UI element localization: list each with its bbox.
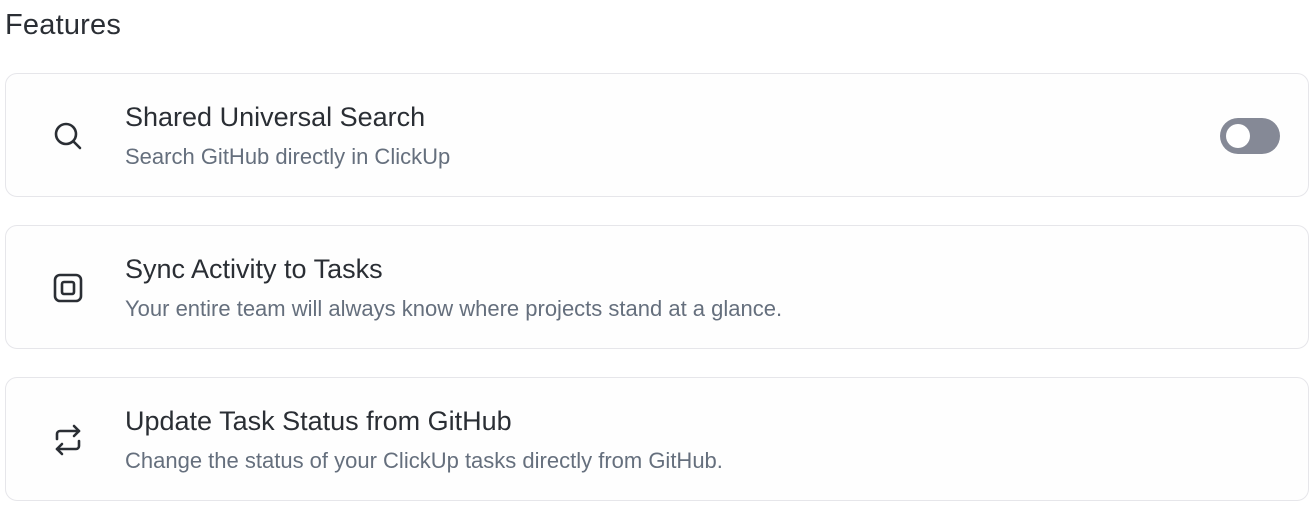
feature-title: Shared Universal Search [125,102,426,132]
feature-card-shared-universal-search: Shared Universal Search Search GitHub di… [5,73,1309,197]
feature-description: Your entire team will always know where … [125,296,783,321]
shared-universal-search-toggle[interactable] [1220,118,1280,154]
section-title: Features [5,9,122,41]
feature-description: Change the status of your ClickUp tasks … [125,448,723,473]
feature-title: Update Task Status from GitHub [125,406,512,436]
toggle-knob [1226,124,1250,148]
feature-description: Search GitHub directly in ClickUp [125,144,451,169]
features-page: Features Shared Universal Search Search … [0,0,1316,508]
feature-card-update-task-status: Update Task Status from GitHub Change th… [5,377,1309,501]
repeat-arrows-icon [50,422,86,458]
feature-title: Sync Activity to Tasks [125,254,383,284]
sync-square-icon [50,270,86,306]
search-icon [50,118,86,154]
feature-card-sync-activity: Sync Activity to Tasks Your entire team … [5,225,1309,349]
